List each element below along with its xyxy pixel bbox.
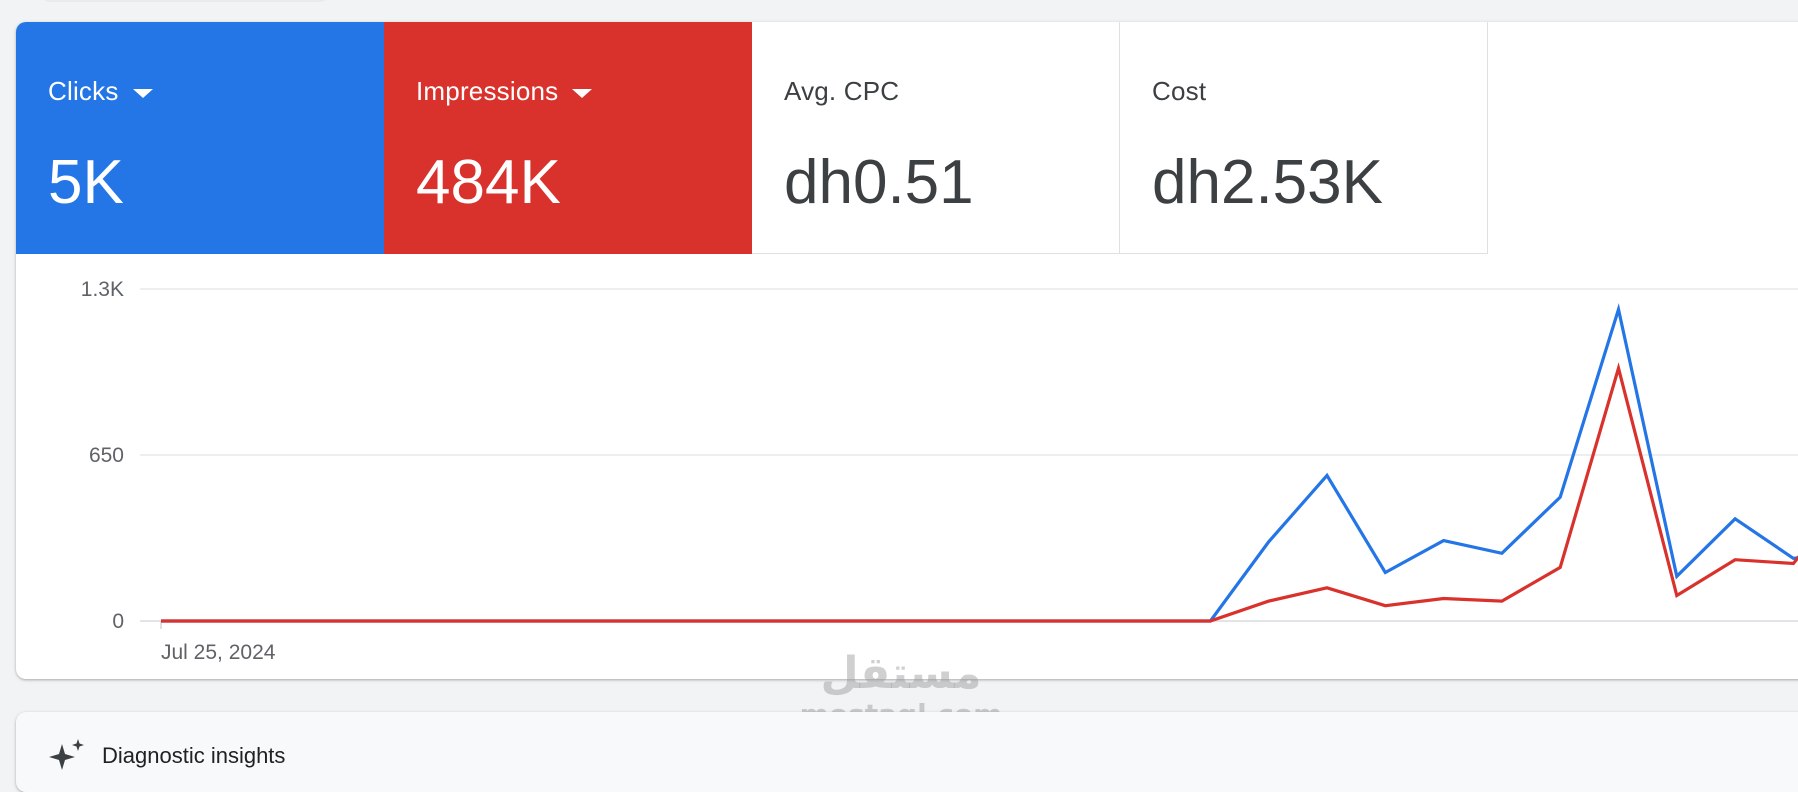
metric-label: Impressions: [416, 76, 593, 107]
metric-label-text: Cost: [1152, 76, 1207, 106]
y-tick-label: 650: [89, 444, 124, 467]
series-line-clicks: [161, 303, 1798, 623]
sparkle-icon: [49, 739, 84, 770]
dropdown-caret-icon[interactable]: [572, 88, 593, 98]
metric-value: 5K: [48, 148, 124, 217]
diagnostic-insights-header[interactable]: Diagnostic insights: [48, 738, 285, 774]
metric-tile-impressions[interactable]: Impressions 484K: [384, 22, 752, 254]
y-tick-label: 1.3K: [81, 278, 124, 301]
x-tick-label: Jul 25, 2024: [161, 641, 276, 664]
metric-value: 484K: [416, 148, 561, 217]
metric-tiles: Clicks 5K Impressions 484K Avg. CPC dh0.…: [16, 22, 1488, 254]
dropdown-caret-icon[interactable]: [132, 88, 153, 98]
metric-label-text: Avg. CPC: [784, 76, 900, 106]
top-stub: [40, 0, 330, 2]
metric-value: dh2.53K: [1152, 148, 1383, 217]
performance-chart: 1.3K6500Jul 25, 2024Aug 23,: [16, 254, 1798, 679]
metric-tile-cost[interactable]: Cost dh2.53K: [1120, 22, 1488, 254]
watermark-arabic: مستقل: [820, 648, 982, 699]
y-tick-label: 0: [112, 610, 124, 633]
chart-svg: 1.3K6500Jul 25, 2024Aug 23,: [81, 278, 1798, 664]
metric-label: Cost: [1152, 76, 1206, 107]
metric-label: Avg. CPC: [784, 76, 899, 107]
metric-label-text: Clicks: [48, 76, 119, 106]
metric-tile-avg-cpc[interactable]: Avg. CPC dh0.51: [752, 22, 1120, 254]
diagnostic-insights-label: Diagnostic insights: [102, 743, 286, 768]
metric-label: Clicks: [48, 76, 153, 107]
series-line-impressions: [161, 362, 1798, 623]
metric-tile-clicks[interactable]: Clicks 5K: [16, 22, 384, 254]
diagnostic-insights-card[interactable]: Diagnostic insights: [16, 712, 1798, 792]
performance-card: Clicks 5K Impressions 484K Avg. CPC dh0.…: [16, 22, 1798, 679]
metric-value: dh0.51: [784, 148, 974, 217]
metric-label-text: Impressions: [416, 76, 559, 106]
